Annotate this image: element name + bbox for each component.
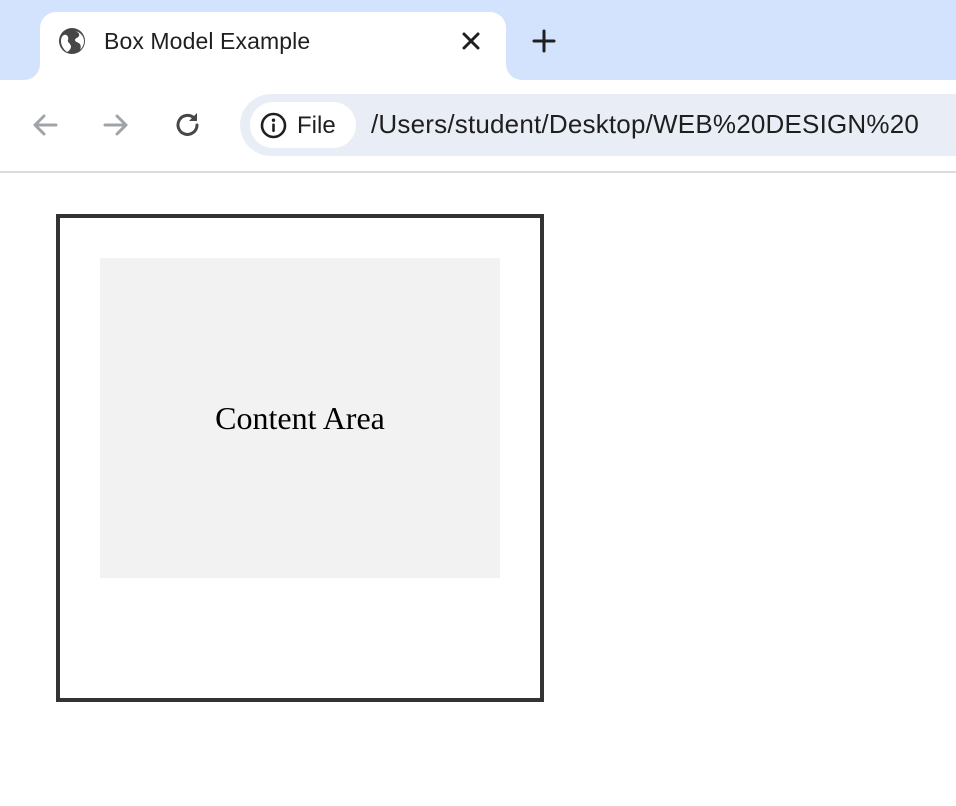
- reload-icon[interactable]: [173, 110, 203, 140]
- box-model-border: Content Area: [56, 214, 544, 702]
- tab-strip: Box Model Example: [0, 0, 956, 80]
- info-icon: [260, 112, 287, 139]
- browser-toolbar: File /Users/student/Desktop/WEB%20DESIGN…: [0, 80, 956, 173]
- globe-icon: [58, 27, 86, 55]
- tab-title: Box Model Example: [104, 28, 311, 54]
- arrow-left-icon[interactable]: [30, 110, 60, 140]
- address-bar[interactable]: File /Users/student/Desktop/WEB%20DESIGN…: [240, 94, 956, 156]
- content-area: Content Area: [100, 258, 500, 578]
- url-text[interactable]: /Users/student/Desktop/WEB%20DESIGN%20: [371, 109, 919, 140]
- arrow-right-icon[interactable]: [101, 110, 131, 140]
- close-icon[interactable]: [458, 28, 484, 54]
- site-info-label: File: [297, 112, 336, 139]
- content-area-label: Content Area: [215, 399, 385, 436]
- tab-box-model-example[interactable]: Box Model Example: [40, 12, 506, 80]
- plus-icon[interactable]: [530, 27, 558, 55]
- site-info-button[interactable]: File: [250, 102, 356, 148]
- page-content: Content Area: [0, 175, 956, 806]
